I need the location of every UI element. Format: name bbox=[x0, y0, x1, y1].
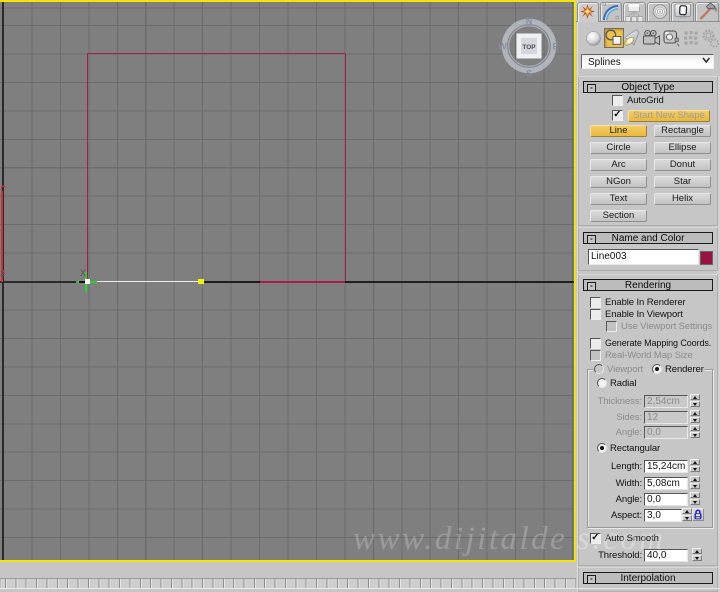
svg-text:TOP: TOP bbox=[522, 44, 536, 51]
svg-text:E: E bbox=[552, 42, 558, 52]
svg-text:N: N bbox=[526, 16, 533, 26]
svg-text:S: S bbox=[526, 69, 532, 79]
svg-text:W: W bbox=[498, 42, 507, 52]
